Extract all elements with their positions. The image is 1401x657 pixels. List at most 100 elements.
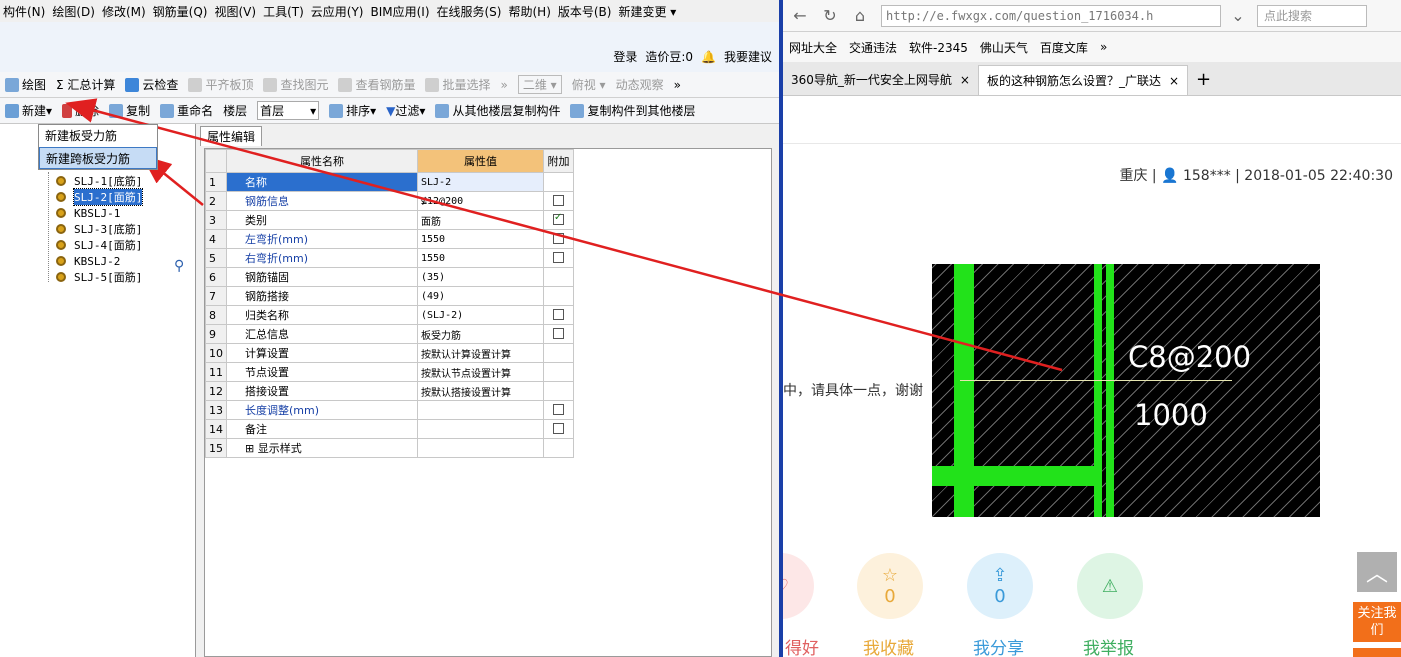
property-value-cell[interactable] bbox=[417, 438, 544, 458]
batch-select-button[interactable]: 批量选择 bbox=[425, 76, 491, 93]
fav-more-icon[interactable]: » bbox=[1100, 40, 1107, 54]
back-icon[interactable]: ← bbox=[787, 4, 813, 28]
extra-checkbox[interactable] bbox=[553, 195, 564, 206]
property-name-cell[interactable]: 右弯折(mm) bbox=[226, 248, 418, 268]
tree-item[interactable]: SLJ-4[面筋] bbox=[56, 237, 142, 253]
menu-item-draw[interactable]: 绘图(D) bbox=[52, 3, 95, 20]
login-link[interactable]: 登录 bbox=[613, 48, 637, 65]
tree-item[interactable]: SLJ-1[底筋] bbox=[56, 173, 142, 189]
table-row[interactable]: 4 左弯折(mm) 1550 bbox=[205, 229, 574, 249]
extra-checkbox[interactable] bbox=[553, 252, 564, 263]
property-value-cell[interactable]: ⊈12@200 bbox=[417, 191, 544, 211]
tab-property-edit[interactable]: 属性编辑 bbox=[200, 126, 263, 146]
favorite-button[interactable]: ☆ 0 bbox=[857, 553, 923, 619]
property-name-cell[interactable]: 钢筋信息 bbox=[226, 191, 418, 211]
fav-item[interactable]: 交通违法 bbox=[849, 39, 897, 56]
tree-item[interactable]: SLJ-5[面筋] bbox=[56, 269, 142, 285]
copy-button[interactable]: 复制 bbox=[109, 102, 150, 119]
fav-item[interactable]: 百度文库 bbox=[1040, 39, 1088, 56]
share-button[interactable]: ⇪ 0 bbox=[967, 553, 1033, 619]
menu-item-component[interactable]: 构件(N) bbox=[3, 3, 45, 20]
refresh-icon[interactable]: ↻ bbox=[817, 4, 843, 28]
property-name-cell[interactable]: 钢筋锚固 bbox=[226, 267, 418, 287]
property-name-cell[interactable]: ⊞ 显示样式 bbox=[226, 438, 418, 458]
search-icon[interactable]: ⚲ bbox=[174, 258, 190, 274]
report-button[interactable]: ⚠ bbox=[1077, 553, 1143, 619]
property-value-cell[interactable] bbox=[417, 419, 544, 439]
align-slab-top-button[interactable]: 平齐板顶 bbox=[188, 76, 253, 93]
menu-item-rebar[interactable]: 钢筋量(Q) bbox=[153, 3, 208, 20]
menu-item-version[interactable]: 版本号(B) bbox=[558, 3, 612, 20]
draw-button[interactable]: 绘图 bbox=[5, 76, 46, 93]
table-row[interactable]: 12 搭接设置 按默认搭接设置计算 bbox=[205, 381, 574, 401]
menu-item-new-change[interactable]: 新建变更 ▾ bbox=[618, 3, 676, 20]
home-icon[interactable]: ⌂ bbox=[847, 4, 873, 28]
follow-us-button[interactable]: 关注我们 bbox=[1353, 602, 1401, 642]
extra-checkbox[interactable] bbox=[553, 328, 564, 339]
menu-item-tools[interactable]: 工具(T) bbox=[263, 3, 304, 20]
property-name-cell[interactable]: 左弯折(mm) bbox=[226, 229, 418, 249]
more-chevron-icon[interactable]: » bbox=[501, 78, 508, 92]
summary-calc-button[interactable]: Σ 汇总计算 bbox=[56, 76, 115, 93]
back-to-top-icon[interactable]: ︿ bbox=[1357, 552, 1397, 592]
property-name-cell[interactable]: 类别 bbox=[226, 210, 418, 230]
view-2d-select[interactable]: 二维 ▾ bbox=[517, 75, 562, 94]
sort-button[interactable]: 排序 ▾ bbox=[329, 102, 376, 119]
filter-button[interactable]: ▼ 过滤 ▾ bbox=[386, 102, 425, 119]
menu-item-help[interactable]: 帮助(H) bbox=[508, 3, 550, 20]
menu-new-slab-rebar[interactable]: 新建板受力筋 bbox=[39, 125, 157, 147]
property-value-cell[interactable]: 按默认搭接设置计算 bbox=[417, 381, 544, 401]
suggest-link[interactable]: 我要建议 bbox=[724, 48, 772, 65]
view-rebar-button[interactable]: 查看钢筋量 bbox=[338, 76, 415, 93]
property-value-cell[interactable]: 1550 bbox=[417, 229, 544, 249]
tree-item[interactable]: KBSLJ-1 bbox=[56, 205, 120, 221]
like-button[interactable]: ♡ bbox=[783, 553, 814, 619]
browser-tab[interactable]: 360导航_新一代安全上网导航 × bbox=[783, 65, 978, 95]
property-value-cell[interactable] bbox=[417, 400, 544, 420]
property-value-cell[interactable]: (49) bbox=[417, 286, 544, 306]
dynamic-view-button[interactable]: 动态观察 bbox=[616, 76, 664, 93]
table-row[interactable]: 1 名称 SLJ-2 bbox=[205, 172, 574, 192]
extra-checkbox[interactable] bbox=[553, 233, 564, 244]
menu-item-cloud[interactable]: 云应用(Y) bbox=[311, 3, 364, 20]
property-value-cell[interactable]: 1550 bbox=[417, 248, 544, 268]
menu-item-online[interactable]: 在线服务(S) bbox=[437, 3, 502, 20]
property-value-cell[interactable]: SLJ-2 bbox=[417, 172, 544, 192]
dropdown-chevron-icon[interactable]: ⌄ bbox=[1225, 4, 1251, 28]
table-row[interactable]: 2 钢筋信息 ⊈12@200 bbox=[205, 191, 574, 211]
property-name-cell[interactable]: 汇总信息 bbox=[226, 324, 418, 344]
extra-checkbox[interactable] bbox=[553, 423, 564, 434]
property-name-cell[interactable]: 节点设置 bbox=[226, 362, 418, 382]
new-button[interactable]: 新建 ▾ bbox=[5, 102, 52, 119]
extra-checkbox[interactable] bbox=[553, 212, 564, 225]
property-name-cell[interactable]: 备注 bbox=[226, 419, 418, 439]
table-row[interactable]: 9 汇总信息 板受力筋 bbox=[205, 324, 574, 344]
property-value-cell[interactable]: (35) bbox=[417, 267, 544, 287]
property-value-cell[interactable]: 板受力筋 bbox=[417, 324, 544, 344]
tree-item[interactable]: KBSLJ-2 bbox=[56, 253, 120, 269]
table-row[interactable]: 8 归类名称 (SLJ-2) bbox=[205, 305, 574, 325]
url-input[interactable]: http://e.fwxgx.com/question_1716034.h bbox=[881, 4, 1221, 27]
property-value-cell[interactable]: 按默认节点设置计算 bbox=[417, 362, 544, 382]
tree-item[interactable]: SLJ-3[底筋] bbox=[56, 221, 142, 237]
extra-checkbox[interactable] bbox=[553, 404, 564, 415]
property-name-cell[interactable]: 归类名称 bbox=[226, 305, 418, 325]
find-element-button[interactable]: 查找图元 bbox=[263, 76, 328, 93]
rename-button[interactable]: 重命名 bbox=[160, 102, 213, 119]
property-name-cell[interactable]: 搭接设置 bbox=[226, 381, 418, 401]
property-value-cell[interactable]: 面筋 bbox=[417, 210, 544, 230]
close-icon[interactable]: × bbox=[960, 65, 970, 95]
table-row[interactable]: 15 ⊞ 显示样式 bbox=[205, 438, 574, 458]
extra-checkbox[interactable] bbox=[553, 309, 564, 320]
copy-from-floor-button[interactable]: 从其他楼层复制构件 bbox=[435, 102, 560, 119]
menu-item-view[interactable]: 视图(V) bbox=[214, 3, 256, 20]
property-name-cell[interactable]: 名称 bbox=[226, 172, 418, 192]
table-row[interactable]: 3 类别 面筋 bbox=[205, 210, 574, 230]
menu-new-span-slab-rebar[interactable]: 新建跨板受力筋 bbox=[39, 147, 157, 169]
menu-item-bim[interactable]: BIM应用(I) bbox=[370, 3, 429, 20]
fav-item[interactable]: 佛山天气 bbox=[980, 39, 1028, 56]
property-value-cell[interactable]: 按默认计算设置计算 bbox=[417, 343, 544, 363]
table-row[interactable]: 5 右弯折(mm) 1550 bbox=[205, 248, 574, 268]
tree-item-selected[interactable]: SLJ-2[面筋] bbox=[56, 188, 144, 206]
table-row[interactable]: 7 钢筋搭接 (49) bbox=[205, 286, 574, 306]
